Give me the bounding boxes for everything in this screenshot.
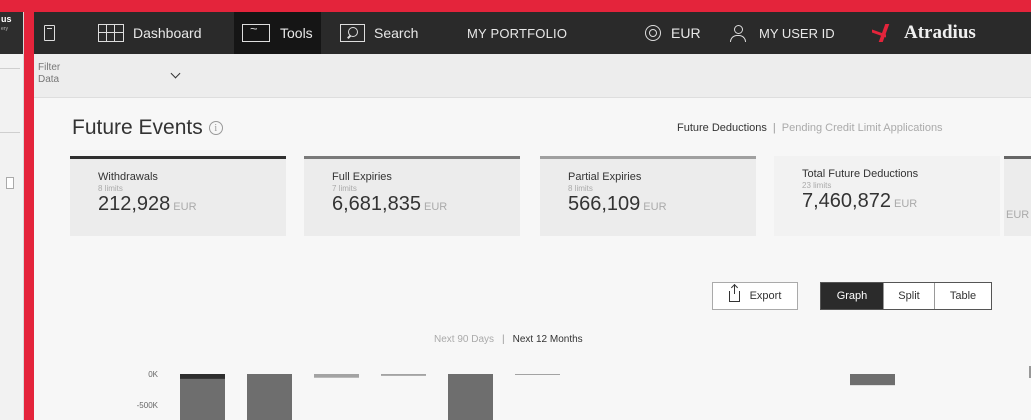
chart-bar-segment[interactable] <box>381 374 426 376</box>
nav-portfolio-label: MY PORTFOLIO <box>467 25 568 41</box>
filter-bar: Filter Data <box>34 54 1031 98</box>
top-navigation-bar: Dashboard Tools Search MY PORTFOLIO EUR … <box>34 12 1031 54</box>
background-divider <box>0 132 20 133</box>
book-icon[interactable] <box>44 25 55 41</box>
chevron-down-icon[interactable] <box>170 68 181 79</box>
user-menu[interactable]: MY USER ID <box>729 12 835 54</box>
user-label: MY USER ID <box>759 25 835 41</box>
brand-name: Atradius <box>904 22 976 43</box>
future-events-panel: Future Events i Future Deductions | Pending… <box>34 98 1031 420</box>
app-window: Dashboard Tools Search MY PORTFOLIO EUR … <box>34 12 1031 420</box>
background-brand: us <box>1 14 12 24</box>
chart-bar-segment[interactable] <box>180 378 225 405</box>
chart-bar-segment[interactable] <box>448 405 493 420</box>
background-window: us ery <box>0 12 24 420</box>
nav-dashboard-label: Dashboard <box>133 25 202 41</box>
background-window-header: us ery <box>0 12 23 54</box>
chart-bar-segment[interactable] <box>850 374 895 386</box>
chart-bar-segment[interactable] <box>515 374 560 375</box>
background-divider <box>0 68 20 69</box>
tools-icon <box>242 21 270 42</box>
chart-bar-segment[interactable] <box>247 405 292 420</box>
chart-bar-segment[interactable] <box>180 374 225 379</box>
deductions-bar-chart <box>180 366 1031 420</box>
chart-bar-segment[interactable] <box>247 374 292 405</box>
chart-bar-segment[interactable] <box>314 374 359 378</box>
search-icon <box>340 24 365 42</box>
chart-bar-segment[interactable] <box>448 374 493 405</box>
nav-tools[interactable]: Tools <box>234 12 321 54</box>
dashboard-grid-icon <box>98 24 124 42</box>
nav-search[interactable]: Search <box>340 12 418 54</box>
background-brand-tagline: ery <box>1 26 8 32</box>
nav-dashboard[interactable]: Dashboard <box>98 12 202 54</box>
filter-label-line1: Filter <box>38 62 61 73</box>
brand-logo[interactable]: Atradius <box>872 22 976 44</box>
currency-icon <box>645 25 661 41</box>
filter-data-label: Filter Data <box>38 62 60 86</box>
currency-selector[interactable]: EUR <box>645 12 701 54</box>
user-icon <box>729 24 747 42</box>
nav-tools-label: Tools <box>280 25 313 41</box>
nav-search-label: Search <box>374 25 419 41</box>
nav-my-portfolio[interactable]: MY PORTFOLIO <box>467 12 567 54</box>
chart-bar-segment[interactable] <box>180 405 225 420</box>
filter-label-line2: Data <box>38 74 60 85</box>
background-checkbox <box>6 177 14 189</box>
currency-label: EUR <box>671 25 701 41</box>
atradius-swoosh-icon <box>872 24 898 42</box>
